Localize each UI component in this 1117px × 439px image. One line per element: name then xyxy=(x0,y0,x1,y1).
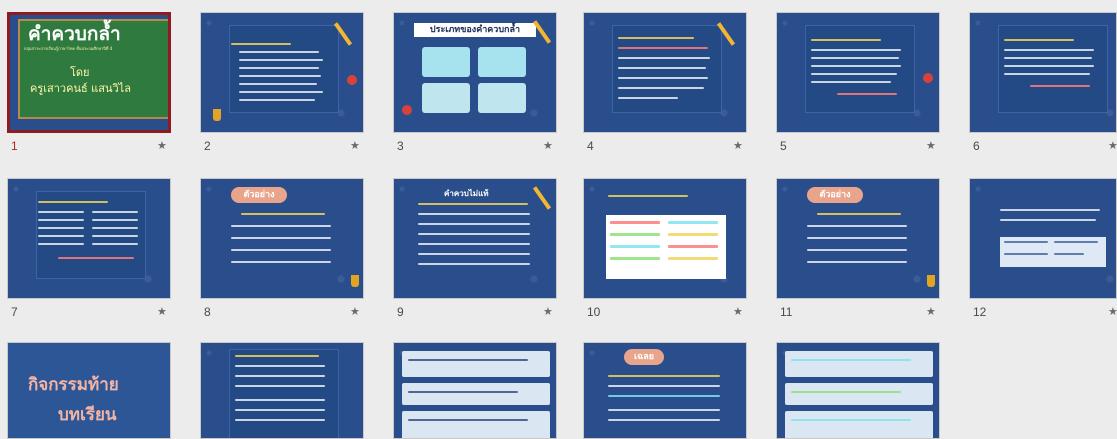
star-icon[interactable]: ★ xyxy=(926,139,936,152)
question-card xyxy=(402,351,550,377)
slide-thumbnail-1[interactable]: คำควบกล้ำ กลุ่มสาระการเรียนรู้ภาษาไทย ชั… xyxy=(7,12,171,133)
slide-thumbnail-4[interactable] xyxy=(583,12,747,133)
slide-thumbnail-7[interactable] xyxy=(7,178,171,299)
question-card xyxy=(785,351,933,377)
slide-subtitle: บทเรียน xyxy=(58,405,117,425)
slide-thumbnail-13[interactable]: กิจกรรมท้าย บทเรียน xyxy=(7,342,171,439)
slide-thumbnail-8[interactable]: ตัวอย่าง xyxy=(200,178,364,299)
slide-number: 4 xyxy=(587,139,594,153)
slide-number: 6 xyxy=(973,139,980,153)
star-icon[interactable]: ★ xyxy=(157,305,167,318)
slide-thumbnail-10[interactable] xyxy=(583,178,747,299)
background-pattern xyxy=(584,343,746,438)
slide-thumbnail-14[interactable] xyxy=(200,342,364,439)
star-icon[interactable]: ★ xyxy=(1108,139,1117,152)
slide-thumbnail-6[interactable] xyxy=(969,12,1117,133)
slide-number: 10 xyxy=(587,305,601,319)
slide-thumbnail-2[interactable] xyxy=(200,12,364,133)
slide-header: ประเภทของคำควบกล้ำ xyxy=(414,23,536,37)
star-icon[interactable]: ★ xyxy=(543,139,553,152)
star-icon[interactable]: ★ xyxy=(350,139,360,152)
star-icon[interactable]: ★ xyxy=(733,139,743,152)
slide-badge: ตัวอย่าง xyxy=(231,187,287,203)
question-card xyxy=(402,411,550,438)
slide-number: 7 xyxy=(11,305,18,319)
slide-thumbnail-5[interactable] xyxy=(776,12,940,133)
slide-number: 5 xyxy=(780,139,787,153)
slide-title: กิจกรรมท้าย xyxy=(28,375,119,395)
slide-sorter-grid: คำควบกล้ำ กลุ่มสาระการเรียนรู้ภาษาไทย ชั… xyxy=(0,0,1117,439)
slide-thumbnail-11[interactable]: ตัวอย่าง xyxy=(776,178,940,299)
star-icon[interactable]: ★ xyxy=(1108,305,1117,318)
slide-author: ครูเสาวคนธ์ แสนวิไล xyxy=(30,82,131,95)
slide-thumbnail-12[interactable] xyxy=(969,178,1117,299)
slide-number: 12 xyxy=(973,305,987,319)
slide-thumbnail-17[interactable] xyxy=(776,342,940,439)
slide-header: คำควบไม่แท้ xyxy=(444,189,489,198)
question-card xyxy=(402,383,550,405)
slide-subtitle: กลุ่มสาระการเรียนรู้ภาษาไทย ชั้นประถมศึก… xyxy=(24,46,113,51)
star-icon[interactable]: ★ xyxy=(733,305,743,318)
question-card xyxy=(785,411,933,438)
slide-badge: ตัวอย่าง xyxy=(807,187,863,203)
slide-number: 3 xyxy=(397,139,404,153)
slide-thumbnail-16[interactable]: เฉลย xyxy=(583,342,747,439)
slide-badge: เฉลย xyxy=(624,349,664,365)
star-icon[interactable]: ★ xyxy=(157,139,167,152)
star-icon[interactable]: ★ xyxy=(350,305,360,318)
slide-number: 11 xyxy=(780,305,793,319)
slide-number: 2 xyxy=(204,139,211,153)
question-card xyxy=(785,383,933,405)
star-icon[interactable]: ★ xyxy=(926,305,936,318)
chalkboard xyxy=(229,349,339,438)
star-icon[interactable]: ★ xyxy=(543,305,553,318)
slide-number: 9 xyxy=(397,305,404,319)
slide-number: 8 xyxy=(204,305,211,319)
slide-number: 1 xyxy=(11,139,18,153)
slide-thumbnail-9[interactable]: คำควบไม่แท้ xyxy=(393,178,557,299)
slide-thumbnail-15[interactable] xyxy=(393,342,557,439)
slide-thumbnail-3[interactable]: ประเภทของคำควบกล้ำ xyxy=(393,12,557,133)
